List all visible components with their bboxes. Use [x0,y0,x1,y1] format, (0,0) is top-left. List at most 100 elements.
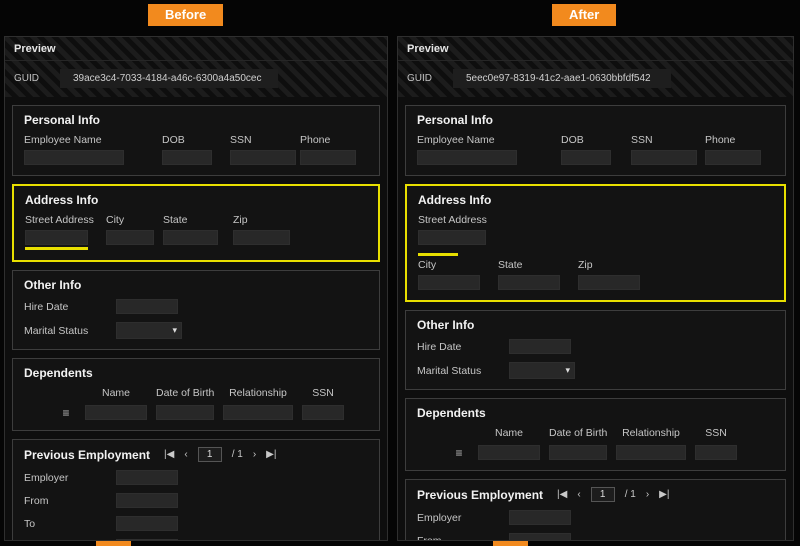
address-info-fields: City State Zip [418,259,773,290]
ssn-label: SSN [631,134,705,146]
state-field: State [163,214,233,250]
ssn-label: SSN [230,134,300,146]
zip-field: Zip [578,259,658,290]
street-address-input[interactable] [418,230,486,245]
page-number-input[interactable]: 1 [591,487,615,502]
pagination-controls: |◀ ‹ 1 / 1 › ▶| [164,447,276,462]
previous-employment-title: Previous Employment [417,488,543,502]
cut-off-submit-button[interactable] [493,541,528,546]
employer-label: Employer [24,472,116,484]
employer-input[interactable] [116,470,178,485]
street-address-label: Street Address [418,214,773,226]
dob-input[interactable] [561,150,611,165]
section-address-info-highlighted: Address Info Street Address City State Z… [12,184,380,262]
city-input[interactable] [418,275,480,290]
employer-input[interactable] [509,510,571,525]
dependents-title: Dependents [24,366,368,380]
other-info-title: Other Info [24,278,368,292]
dependent-relationship-input[interactable] [616,445,686,460]
employee-name-label: Employee Name [417,134,561,146]
ssn-input[interactable] [230,150,296,165]
drag-handle-icon[interactable]: ≡ [449,446,469,460]
to-row: To [24,516,368,531]
drag-handle-icon[interactable]: ≡ [56,406,76,420]
page-last-icon[interactable]: ▶| [266,450,276,460]
pagination-controls: |◀ ‹ 1 / 1 › ▶| [557,487,669,502]
dependents-name-header: Name [85,387,147,399]
dependent-relationship-input[interactable] [223,405,293,420]
employee-name-field: Employee Name [417,134,561,165]
zip-input[interactable] [578,275,640,290]
section-personal-info: Personal Info Employee Name DOB SSN Phon… [12,105,380,176]
city-field: City [418,259,498,290]
dob-field: DOB [162,134,230,165]
page-next-icon[interactable]: › [253,450,256,460]
city-input[interactable] [106,230,154,245]
job-title-row: Job Title [24,539,368,541]
chevron-down-icon: ▾ [565,365,570,376]
page-next-icon[interactable]: › [646,490,649,500]
address-info-fields: Street Address City State Zip [25,214,367,250]
page-number-input[interactable]: 1 [198,447,222,462]
cut-off-submit-button[interactable] [96,541,131,546]
guid-value: 39ace3c4-7033-4184-a46c-6300a4a50cec [60,69,278,88]
dependent-dob-input[interactable] [549,445,607,460]
section-previous-employment: Previous Employment |◀ ‹ 1 / 1 › ▶| Empl… [12,439,380,541]
page-first-icon[interactable]: |◀ [164,450,174,460]
dependents-ssn-header: SSN [695,427,737,439]
page-last-icon[interactable]: ▶| [659,490,669,500]
phone-input[interactable] [705,150,761,165]
previous-employment-title: Previous Employment [24,448,150,462]
to-label: To [24,518,116,530]
employer-label: Employer [417,512,509,524]
hire-date-label: Hire Date [24,301,116,313]
marital-status-select[interactable]: ▾ [509,362,575,379]
personal-info-title: Personal Info [24,113,368,127]
to-input[interactable] [116,516,178,531]
address-info-title: Address Info [418,193,773,207]
dependent-name-input[interactable] [478,445,540,460]
page-prev-icon[interactable]: ‹ [184,450,187,460]
state-input[interactable] [498,275,560,290]
from-input[interactable] [116,493,178,508]
phone-label: Phone [705,134,765,146]
state-field: State [498,259,578,290]
state-label: State [163,214,233,226]
state-input[interactable] [163,230,218,245]
previous-employment-header: Previous Employment |◀ ‹ 1 / 1 › ▶| [417,487,774,502]
street-address-input[interactable] [25,230,88,245]
dependents-data-row: ≡ [449,445,774,460]
section-dependents: Dependents Name Date of Birth Relationsh… [12,358,380,431]
page-total-label: / 1 [232,449,243,460]
from-row: From [24,493,368,508]
section-personal-info: Personal Info Employee Name DOB SSN Phon… [405,105,786,176]
dependents-title: Dependents [417,406,774,420]
phone-input[interactable] [300,150,356,165]
dob-label: DOB [162,134,230,146]
hire-date-input[interactable] [116,299,178,314]
ssn-input[interactable] [631,150,697,165]
dependent-ssn-input[interactable] [695,445,737,460]
section-other-info: Other Info Hire Date Marital Status ▾ [405,310,786,390]
employee-name-field: Employee Name [24,134,162,165]
dependent-ssn-input[interactable] [302,405,344,420]
page-first-icon[interactable]: |◀ [557,490,567,500]
page-prev-icon[interactable]: ‹ [577,490,580,500]
zip-input[interactable] [233,230,290,245]
employee-name-input[interactable] [24,150,124,165]
hire-date-input[interactable] [509,339,571,354]
ssn-field: SSN [631,134,705,165]
from-input[interactable] [509,533,571,541]
section-address-info-highlighted: Address Info Street Address City State Z… [405,184,786,302]
dependent-name-input[interactable] [85,405,147,420]
dob-input[interactable] [162,150,212,165]
marital-status-select[interactable]: ▾ [116,322,182,339]
employee-name-label: Employee Name [24,134,162,146]
before-badge: Before [148,4,223,26]
guid-value: 5eec0e97-8319-41c2-aae1-0630bbfdf542 [453,69,671,88]
employee-name-input[interactable] [417,150,517,165]
from-label: From [24,495,116,507]
dependent-dob-input[interactable] [156,405,214,420]
employer-row: Employer [24,470,368,485]
hire-date-label: Hire Date [417,341,509,353]
